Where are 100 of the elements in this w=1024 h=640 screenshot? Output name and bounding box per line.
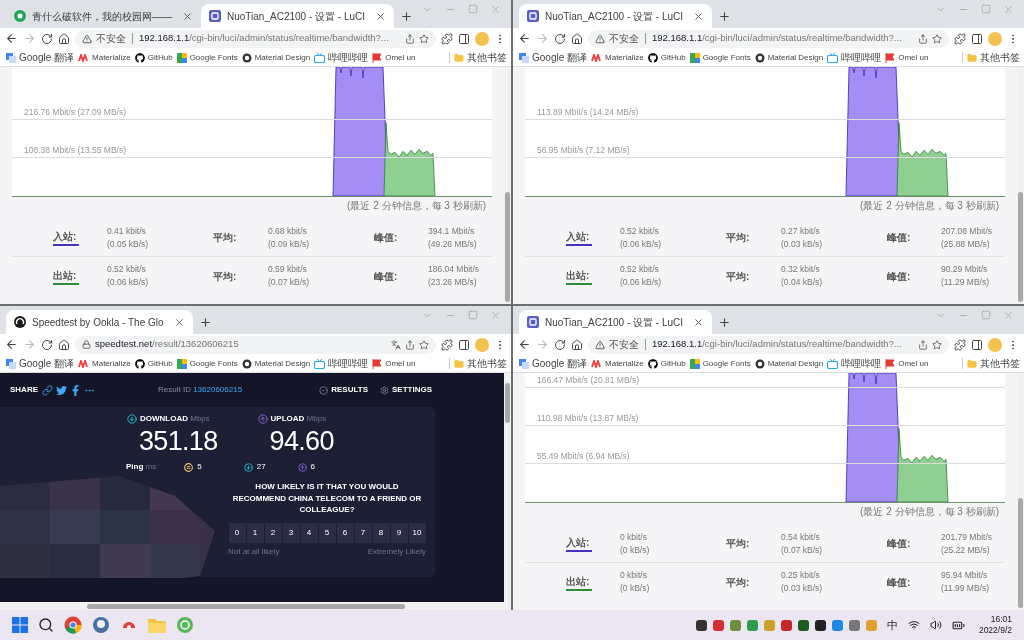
- browser-tab[interactable]: Speedtest by Ookla - The Glo: [6, 310, 193, 334]
- scrollbar-thumb[interactable]: [87, 603, 405, 609]
- rating-option[interactable]: 1: [246, 522, 264, 543]
- back-icon[interactable]: [5, 338, 18, 351]
- share-icon[interactable]: [918, 33, 928, 44]
- bookmark[interactable]: Materialize: [591, 357, 644, 370]
- search-icon[interactable]: [38, 617, 54, 633]
- address-bar[interactable]: 不安全 192.168.1.1/cgi-bin/luci/admin/status/realtime/bandwidth?...: [75, 29, 436, 48]
- other-bookmarks[interactable]: 其他书签: [454, 356, 507, 371]
- bookmark[interactable]: 哔哩哔哩: [827, 356, 882, 371]
- home-icon[interactable]: [571, 338, 583, 351]
- share-icon[interactable]: [918, 339, 928, 350]
- bookmark[interactable]: Materialize: [78, 357, 131, 370]
- rating-option[interactable]: 6: [336, 522, 354, 543]
- new-tab-icon[interactable]: [198, 315, 212, 329]
- reload-icon[interactable]: [41, 338, 53, 351]
- extensions-icon[interactable]: [441, 338, 453, 351]
- back-icon[interactable]: [518, 32, 531, 45]
- browser-tab[interactable]: NuoTian_AC2100 - 设置 - LuCI: [201, 4, 395, 28]
- link-icon[interactable]: [42, 384, 53, 396]
- rating-option[interactable]: 0: [228, 522, 246, 543]
- bookmark-star-icon[interactable]: [932, 33, 942, 44]
- bookmark[interactable]: Omel un: [885, 51, 929, 64]
- scrollbar-thumb[interactable]: [1018, 192, 1023, 302]
- clock[interactable]: 16:01 2022/9/2: [978, 614, 1012, 636]
- bookmark-star-icon[interactable]: [419, 33, 429, 44]
- bookmark[interactable]: 哔哩哔哩: [314, 50, 369, 65]
- rating-option[interactable]: 10: [408, 522, 426, 543]
- bookmark[interactable]: GitHub: [134, 357, 173, 370]
- bookmark[interactable]: Omel un: [372, 51, 416, 64]
- start-icon[interactable]: [12, 617, 28, 633]
- side-panel-icon[interactable]: [458, 32, 470, 45]
- nav-link[interactable]: RESULTS: [319, 384, 368, 396]
- tray-icon[interactable]: [797, 619, 809, 631]
- share-icon[interactable]: [405, 339, 415, 350]
- address-bar[interactable]: 不安全 192.168.1.1/cgi-bin/luci/admin/status/realtime/bandwidth?...: [588, 29, 949, 48]
- bookmark[interactable]: Material Design: [754, 51, 824, 64]
- bookmark[interactable]: Google 翻译: [6, 356, 75, 371]
- home-icon[interactable]: [571, 32, 583, 45]
- twitter-icon[interactable]: [56, 384, 67, 396]
- bookmark[interactable]: Google 翻译: [519, 356, 588, 371]
- tray-icon[interactable]: [814, 619, 826, 631]
- bookmark[interactable]: Google Fonts: [689, 357, 751, 370]
- reload-icon[interactable]: [554, 338, 566, 351]
- close-icon[interactable]: [693, 10, 705, 22]
- bookmark[interactable]: 哔哩哔哩: [314, 356, 369, 371]
- reload-icon[interactable]: [554, 32, 566, 45]
- rating-option[interactable]: 7: [354, 522, 372, 543]
- new-tab-icon[interactable]: [400, 9, 414, 23]
- bookmark[interactable]: Google Fonts: [689, 51, 751, 64]
- bookmark[interactable]: Materialize: [591, 51, 644, 64]
- rating-option[interactable]: 4: [300, 522, 318, 543]
- side-panel-icon[interactable]: [971, 338, 983, 351]
- browser-app-icon[interactable]: [64, 616, 82, 634]
- nav-link[interactable]: SETTINGS: [380, 384, 432, 396]
- address-bar[interactable]: speedtest.net/result/13620606215: [75, 335, 436, 354]
- rating-option[interactable]: 2: [264, 522, 282, 543]
- scrollbar-thumb[interactable]: [1018, 498, 1023, 608]
- browser-tab[interactable]: NuoTian_AC2100 - 设置 - LuCI: [519, 310, 713, 334]
- bookmark-star-icon[interactable]: [932, 339, 942, 350]
- close-icon[interactable]: [693, 316, 705, 328]
- back-icon[interactable]: [518, 338, 531, 351]
- bookmark[interactable]: Omel un: [372, 357, 416, 370]
- bookmark[interactable]: Google Fonts: [176, 357, 238, 370]
- rating-option[interactable]: 5: [318, 522, 336, 543]
- tray-icon[interactable]: [695, 619, 707, 631]
- new-tab-icon[interactable]: [718, 9, 732, 23]
- bookmark[interactable]: GitHub: [647, 51, 686, 64]
- bookmark[interactable]: Omel un: [885, 357, 929, 370]
- side-panel-icon[interactable]: [458, 338, 470, 351]
- volume-icon[interactable]: [929, 619, 942, 631]
- rating-option[interactable]: 8: [372, 522, 390, 543]
- bookmark[interactable]: GitHub: [134, 51, 173, 64]
- extensions-icon[interactable]: [954, 32, 966, 45]
- rating-option[interactable]: 9: [390, 522, 408, 543]
- input-method[interactable]: 中: [886, 616, 898, 634]
- address-bar[interactable]: 不安全 192.168.1.1/cgi-bin/luci/admin/status/realtime/bandwidth?...: [588, 335, 949, 354]
- share-icon[interactable]: [405, 33, 415, 44]
- bookmark[interactable]: Google 翻译: [519, 50, 588, 65]
- bookmark-star-icon[interactable]: [419, 339, 429, 350]
- extensions-icon[interactable]: [954, 338, 966, 351]
- bookmark[interactable]: GitHub: [647, 357, 686, 370]
- close-icon[interactable]: [173, 316, 185, 328]
- scrollbar-thumb[interactable]: [505, 383, 510, 423]
- bookmark[interactable]: Material Design: [241, 51, 311, 64]
- browser-tab[interactable]: NuoTian_AC2100 - 设置 - LuCI: [519, 4, 713, 28]
- reload-icon[interactable]: [41, 32, 53, 45]
- close-icon[interactable]: [182, 10, 193, 22]
- rating-option[interactable]: 3: [282, 522, 300, 543]
- home-icon[interactable]: [58, 32, 70, 45]
- other-bookmarks[interactable]: 其他书签: [967, 50, 1020, 65]
- translate-icon[interactable]: [391, 339, 401, 350]
- bookmark[interactable]: Google Fonts: [176, 51, 238, 64]
- bookmark[interactable]: Material Design: [754, 357, 824, 370]
- bookmark[interactable]: Material Design: [241, 357, 311, 370]
- bookmark[interactable]: Materialize: [78, 51, 131, 64]
- bookmark[interactable]: Google 翻译: [6, 50, 75, 65]
- extensions-icon[interactable]: [441, 32, 453, 45]
- scrollbar-thumb[interactable]: [505, 192, 510, 302]
- facebook-icon[interactable]: [70, 384, 81, 396]
